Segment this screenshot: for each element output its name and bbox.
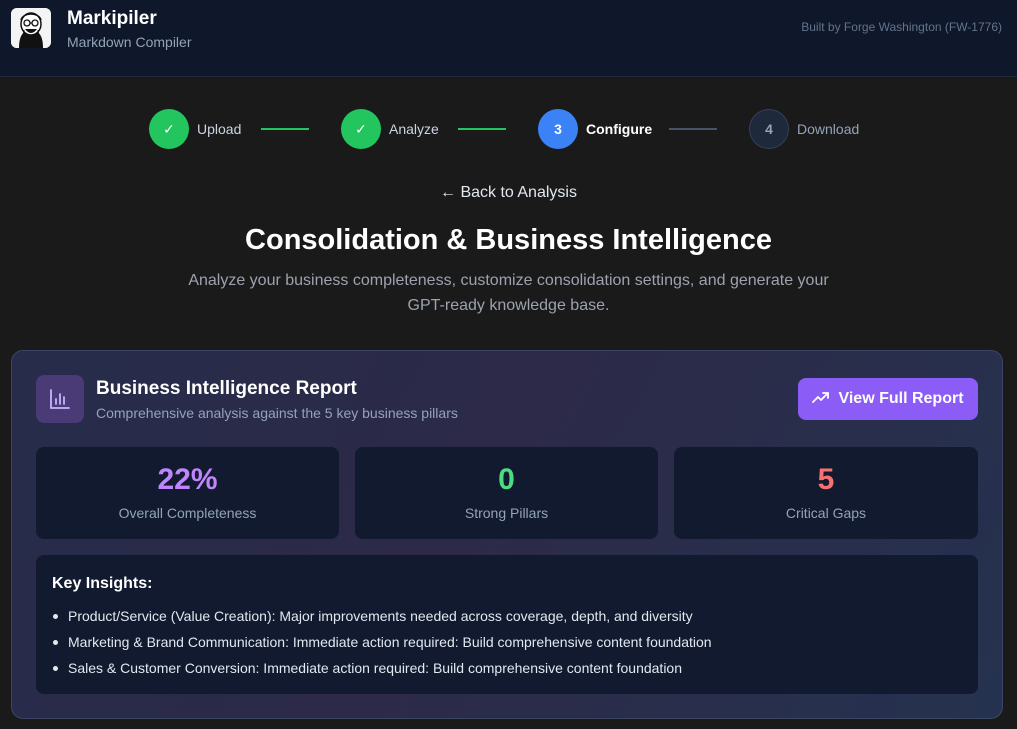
built-by-credit: Built by Forge Washington (FW-1776) — [801, 20, 1002, 34]
page-description: Analyze your business completeness, cust… — [188, 272, 829, 314]
stat-label: Overall Completeness — [118, 505, 257, 521]
step-configure-circle[interactable]: 3 — [538, 109, 578, 149]
stat-label: Strong Pillars — [464, 505, 549, 521]
cartoon-face-logo-icon — [11, 8, 51, 48]
view-full-report-label: View Full Report — [838, 390, 964, 407]
stat-value: 0 — [498, 463, 515, 496]
stat-strong-pillars: 0 Strong Pillars — [355, 447, 658, 539]
bullet-icon — [53, 613, 58, 619]
bullet-icon — [53, 639, 58, 645]
step-upload-circle[interactable]: ✓ — [149, 109, 189, 149]
stat-value: 5 — [817, 463, 835, 496]
insight-text: Marketing & Brand Communication: Immedia… — [68, 634, 712, 650]
list-item: Sales & Customer Conversion: Immediate a… — [52, 655, 712, 681]
step-analyze-label[interactable]: Analyze — [389, 121, 439, 137]
stat-value: 22% — [157, 463, 218, 496]
view-full-report-button[interactable]: View Full Report — [798, 378, 978, 420]
step-download-circle[interactable]: 4 — [749, 109, 789, 149]
bar-chart-icon — [36, 375, 84, 423]
step-connector — [458, 128, 506, 130]
progress-stepper: ✓ Upload ✓ Analyze 3 Configure 4 Downloa… — [0, 109, 1017, 149]
stat-label: Critical Gaps — [785, 505, 867, 521]
list-item: Marketing & Brand Communication: Immedia… — [52, 629, 712, 655]
report-title: Business Intelligence Report — [96, 378, 357, 399]
step-number: 3 — [554, 121, 562, 137]
step-number: 4 — [765, 121, 773, 137]
app-title: Markipiler — [67, 8, 157, 29]
list-item: Product/Service (Value Creation): Major … — [52, 603, 712, 629]
checkmark-icon: ✓ — [355, 120, 367, 137]
checkmark-icon: ✓ — [163, 120, 175, 137]
trending-up-icon — [812, 390, 830, 408]
step-connector — [669, 128, 717, 130]
app-header: Markipiler Markdown Compiler Built by Fo… — [0, 0, 1017, 77]
stat-overall-completeness: 22% Overall Completeness — [36, 447, 339, 539]
insight-text: Product/Service (Value Creation): Major … — [68, 608, 693, 624]
app-subtitle: Markdown Compiler — [67, 34, 192, 50]
key-insights-panel: Key Insights: Product/Service (Value Cre… — [36, 555, 978, 694]
page-title: Consolidation & Business Intelligence — [245, 224, 772, 256]
step-connector — [261, 128, 309, 130]
stat-critical-gaps: 5 Critical Gaps — [674, 447, 978, 539]
step-upload-label[interactable]: Upload — [197, 121, 241, 137]
back-to-analysis-link[interactable]: ← Back to Analysis — [0, 184, 1017, 202]
business-intelligence-report-card: Business Intelligence Report Comprehensi… — [11, 350, 1003, 719]
insight-text: Sales & Customer Conversion: Immediate a… — [68, 660, 682, 676]
key-insights-list: Product/Service (Value Creation): Major … — [52, 603, 712, 681]
report-subtitle: Comprehensive analysis against the 5 key… — [96, 405, 458, 421]
key-insights-title: Key Insights: — [52, 575, 153, 592]
step-analyze-circle[interactable]: ✓ — [341, 109, 381, 149]
back-link-label[interactable]: ← Back to Analysis — [440, 184, 577, 201]
step-download-label[interactable]: Download — [797, 121, 859, 137]
bullet-icon — [53, 665, 58, 671]
step-configure-label[interactable]: Configure — [586, 121, 652, 137]
